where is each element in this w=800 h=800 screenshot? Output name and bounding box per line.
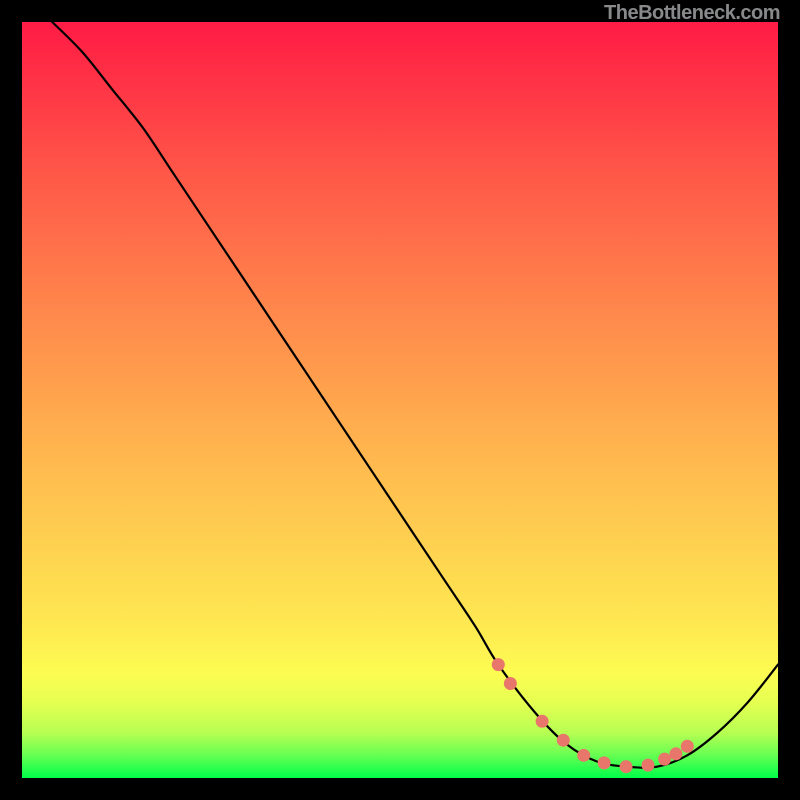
highlight-dot [492, 658, 505, 671]
highlight-dot [536, 715, 549, 728]
chart-frame: TheBottleneck.com [0, 0, 800, 800]
highlight-dot [669, 747, 682, 760]
highlight-dot [504, 677, 517, 690]
highlight-dot [658, 753, 671, 766]
highlight-dot [620, 760, 633, 773]
curve-layer [22, 22, 778, 778]
highlight-dot [641, 759, 654, 772]
highlight-dot [598, 756, 611, 769]
highlight-dot [681, 740, 694, 753]
highlight-dots [492, 658, 694, 773]
highlight-dot [577, 749, 590, 762]
bottleneck-curve [52, 22, 778, 768]
attribution-label: TheBottleneck.com [604, 2, 780, 25]
highlight-dot [557, 734, 570, 747]
